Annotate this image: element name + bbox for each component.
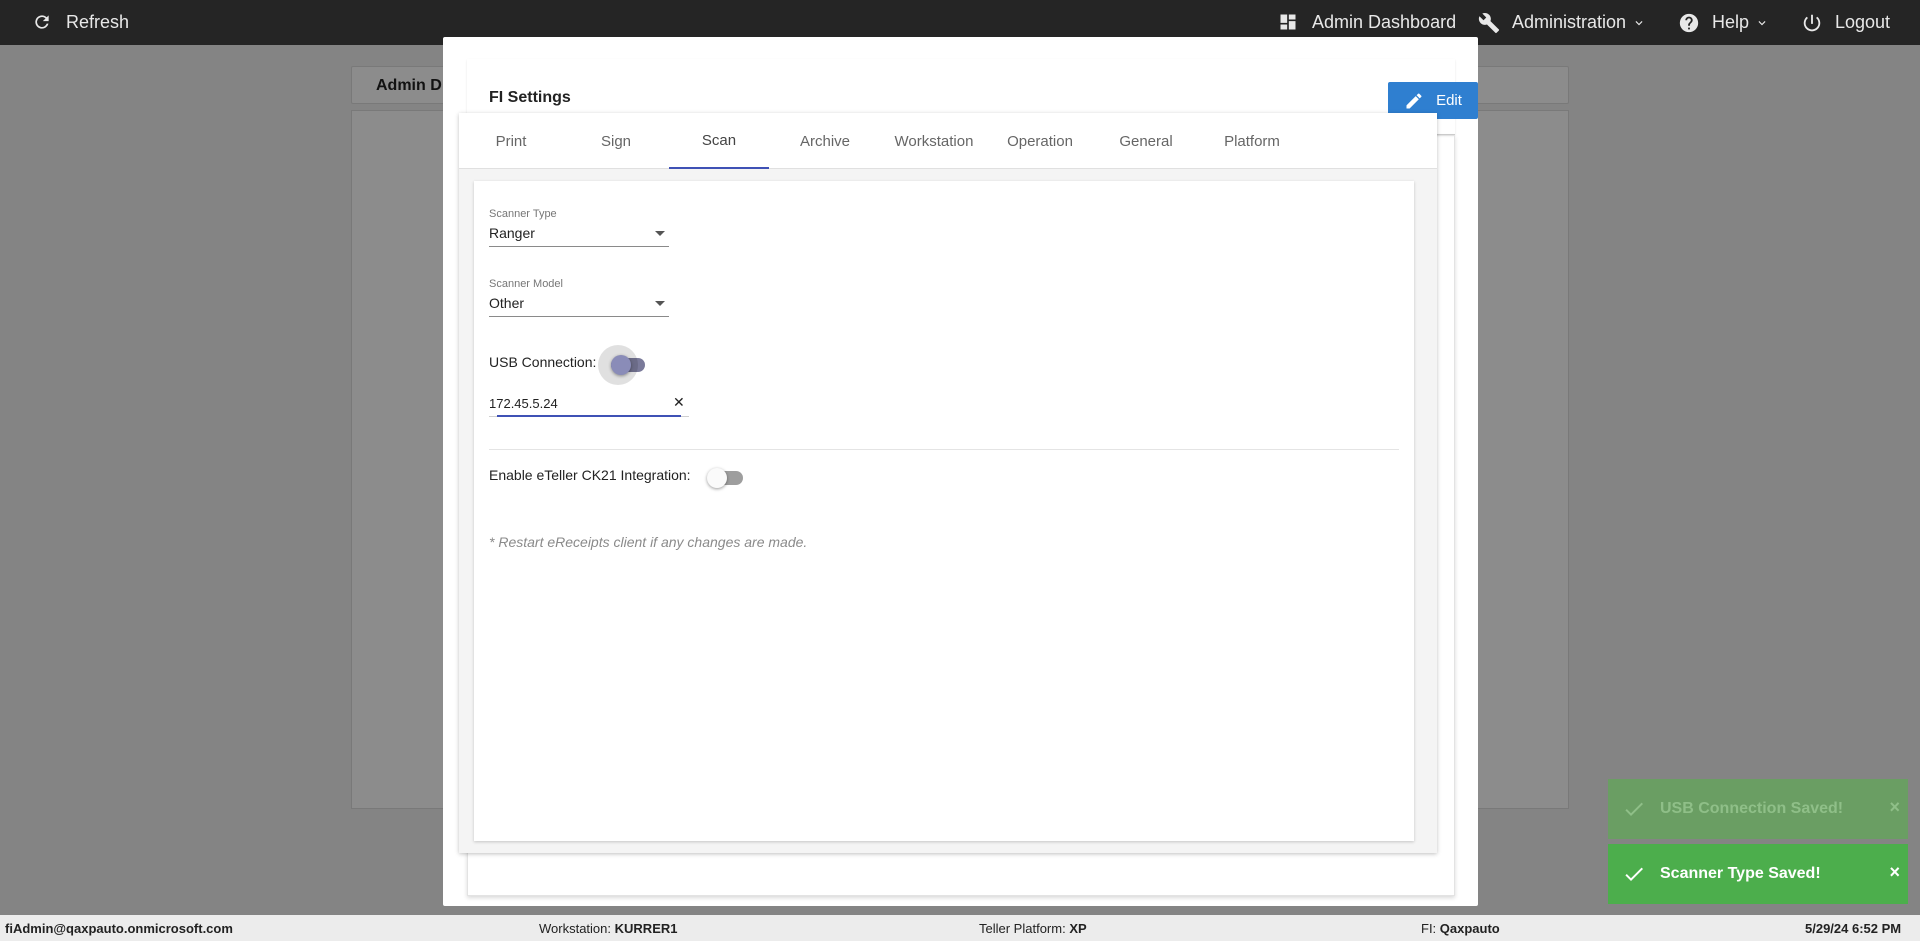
tab-label: Archive [799,132,851,150]
close-icon[interactable]: × [1889,797,1900,818]
checkmark-icon [1622,797,1646,821]
toast-message: USB Connection Saved! [1660,800,1844,817]
modal-title: FI Settings [489,89,571,106]
toast-message: Scanner Type Saved! [1660,865,1821,882]
settings-tabs-container: Print Sign Scan Archive Workstation Oper… [459,113,1437,853]
tab-workstation[interactable]: Workstation [881,113,987,169]
restart-note: * Restart eReceipts client if any change… [489,534,808,550]
toggle-knob [611,355,631,375]
tab-label: Sign [600,132,632,150]
footer-workstation-value: KURRER1 [614,921,678,936]
scanner-type-label: Scanner Type [489,208,557,220]
help-label: Help [1712,12,1750,32]
dropdown-caret-icon [655,301,665,306]
footer-teller-platform-value: XP [1069,921,1087,936]
tab-sign[interactable]: Sign [563,113,669,169]
tab-general[interactable]: General [1093,113,1199,169]
scanner-type-value: Ranger [489,225,535,241]
tab-platform[interactable]: Platform [1199,113,1305,169]
tab-label: Workstation [894,132,974,150]
administration-label: Administration [1512,12,1627,32]
logout-button[interactable]: Logout [1801,0,1890,45]
chevron-down-icon [1755,16,1769,30]
chevron-down-icon [1632,16,1646,30]
usb-connection-toggle[interactable] [598,345,645,385]
footer-user: fiAdmin@qaxpauto.onmicrosoft.com [5,921,233,936]
section-divider [489,449,1399,450]
footer-fi: FI: Qaxpauto [1421,921,1500,936]
footer-datetime: 5/29/24 6:52 PM [1805,921,1902,936]
wrench-icon [1478,12,1500,34]
footer-workstation-label: Workstation: [539,921,612,936]
tab-label: Operation [1007,132,1073,150]
scan-tab-content: Scanner Type Ranger Scanner Model Other … [459,169,1437,853]
pencil-icon [1406,92,1422,108]
ip-address-value: 172.45.5.24 [489,396,558,411]
settings-tabs: Print Sign Scan Archive Workstation Oper… [459,113,1437,169]
admin-dashboard-label: Admin Dashboard [1312,12,1457,32]
footer-teller-platform: Teller Platform: XP [979,921,1087,936]
tab-operation[interactable]: Operation [987,113,1093,169]
tab-archive[interactable]: Archive [769,113,881,169]
toggle-knob [707,468,727,488]
clear-icon[interactable]: ✕ [673,394,685,411]
status-footer: fiAdmin@qaxpauto.onmicrosoft.com Worksta… [0,915,1920,941]
scanner-model-value: Other [489,295,525,311]
footer-fi-label: FI: [1421,921,1437,936]
tab-label: Print [495,132,527,150]
tab-scan[interactable]: Scan [669,113,769,169]
scanner-model-select[interactable]: Other [489,295,669,317]
ck21-integration-label: Enable eTeller CK21 Integration: [489,467,691,483]
ip-address-input[interactable]: 172.45.5.24 ✕ [489,393,689,417]
tab-print[interactable]: Print [459,113,563,169]
footer-teller-platform-label: Teller Platform: [979,921,1066,936]
input-focus-underline [497,415,681,417]
dropdown-caret-icon [655,231,665,236]
toast-usb-connection-saved: USB Connection Saved! × [1608,779,1908,839]
usb-connection-label: USB Connection: [489,354,597,370]
tab-label: General [1119,132,1173,150]
tab-label: Platform [1224,132,1280,150]
checkmark-icon [1622,862,1646,886]
power-icon [1801,12,1823,34]
logout-label: Logout [1835,12,1891,32]
scanner-type-select[interactable]: Ranger [489,225,669,247]
ck21-integration-toggle[interactable] [707,468,743,488]
dashboard-icon [1278,12,1300,34]
scan-settings-panel: Scanner Type Ranger Scanner Model Other … [474,181,1414,841]
refresh-button[interactable]: Refresh [32,0,129,45]
refresh-icon [32,12,54,34]
tab-label: Scan [701,131,737,149]
administration-menu[interactable]: Administration [1478,0,1646,45]
help-menu[interactable]: Help [1678,0,1769,45]
help-icon [1678,12,1700,34]
close-icon[interactable]: × [1889,862,1900,883]
edit-label: Edit [1436,92,1462,109]
footer-workstation: Workstation: KURRER1 [539,921,677,936]
footer-fi-value: Qaxpauto [1439,921,1500,936]
scanner-model-label: Scanner Model [489,278,563,290]
refresh-label: Refresh [66,12,130,32]
toast-scanner-type-saved: Scanner Type Saved! × [1608,844,1908,904]
